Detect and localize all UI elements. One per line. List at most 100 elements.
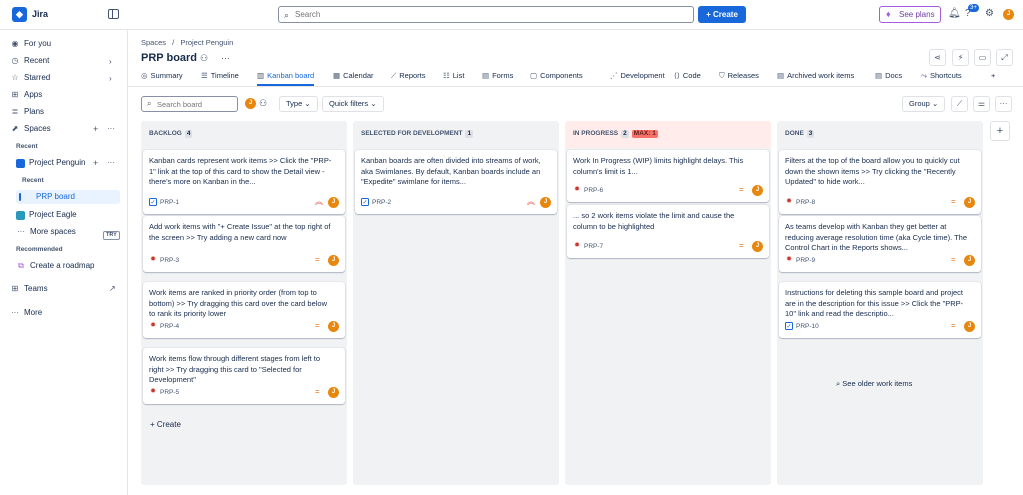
assignee-avatar[interactable]: J — [328, 197, 339, 208]
column-header[interactable]: IN PROGRESS 2 MAX: 1 — [573, 130, 658, 138]
more-icon[interactable]: ··· — [107, 124, 115, 133]
work-item-card[interactable]: As teams develop with Kanban they get be… — [779, 216, 981, 272]
tab-docs[interactable]: ▤ Docs — [875, 70, 902, 82]
external-link-icon[interactable]: ↗ — [109, 284, 116, 293]
board-search[interactable]: ⌕ — [141, 96, 238, 112]
more-icon[interactable]: ··· — [221, 53, 230, 63]
more-icon[interactable]: ··· — [107, 158, 115, 167]
sidebar-item-spaces[interactable]: ⬈ Spaces — [10, 123, 51, 135]
tab-summary[interactable]: ◎ Summary — [141, 70, 183, 82]
unassigned-avatar-icon[interactable]: ⚇ — [259, 98, 267, 109]
work-item-card[interactable]: Kanban cards represent work items >> Cli… — [143, 150, 345, 214]
tab-timeline[interactable]: ☰ Timeline — [201, 70, 239, 82]
assignee-avatar[interactable]: J — [964, 321, 975, 332]
card-key[interactable]: PRP-2 — [372, 198, 391, 207]
assignee-avatar[interactable]: J — [328, 387, 339, 398]
jira-logo-icon[interactable]: ◆ — [12, 7, 27, 22]
sidebar-item-prp-board[interactable]: PRP board — [16, 190, 120, 204]
see-older-work-items[interactable]: ⌕ See older work items — [836, 379, 912, 389]
assignee-avatar[interactable]: J — [328, 321, 339, 332]
work-item-card[interactable]: Work items are ranked in priority order … — [143, 282, 345, 338]
insights-icon[interactable]: ⟋ — [951, 96, 968, 112]
assignee-avatar[interactable]: J — [752, 241, 763, 252]
sidebar-item-teams[interactable]: ⊞ Teams — [10, 283, 48, 295]
more-icon[interactable]: ··· — [995, 96, 1012, 112]
card-key[interactable]: PRP-10 — [796, 322, 819, 331]
sidebar-item-plans[interactable]: ≣ Plans — [10, 106, 44, 118]
sidebar-item-project-eagle[interactable]: Project Eagle — [16, 209, 77, 221]
tab-list[interactable]: ☷ List — [443, 70, 464, 82]
card-key[interactable]: PRP-7 — [584, 242, 603, 251]
global-search[interactable]: ⌕ — [278, 6, 694, 23]
type-filter-button[interactable]: Type ⌄ — [279, 96, 318, 112]
add-tab-icon[interactable]: + — [991, 70, 995, 82]
tab-shortcuts[interactable]: ⤳ Shortcuts — [921, 70, 962, 82]
board-search-input[interactable] — [157, 98, 235, 110]
card-key[interactable]: PRP-3 — [160, 256, 179, 265]
add-space-icon[interactable]: + — [93, 124, 98, 134]
assignee-avatar[interactable]: J — [752, 185, 763, 196]
sidebar-item-for-you[interactable]: ◉ For you — [10, 38, 52, 50]
create-button[interactable]: + Create — [698, 6, 746, 23]
fullscreen-icon[interactable]: ⤢ — [996, 49, 1013, 66]
card-key[interactable]: PRP-6 — [584, 186, 603, 195]
work-item-card[interactable]: Filters at the top of the board allow yo… — [779, 150, 981, 214]
work-item-card[interactable]: Kanban boards are often divided into str… — [355, 150, 557, 214]
tab-releases[interactable]: ⛉ Releases — [719, 70, 759, 82]
sidebar-item-more-spaces[interactable]: ··· More spaces — [16, 226, 76, 238]
share-icon[interactable]: ⋖ — [929, 49, 946, 66]
tab-development[interactable]: ⋰ Development — [610, 70, 665, 82]
create-card-button[interactable]: + Create — [150, 420, 181, 429]
work-item-card[interactable]: ... so 2 work items violate the limit an… — [567, 205, 769, 258]
work-item-card[interactable]: Work In Progress (WIP) limits highlight … — [567, 150, 769, 202]
column-header[interactable]: SELECTED FOR DEVELOPMENT 1 — [361, 130, 474, 138]
chevron-right-icon[interactable]: › — [109, 57, 112, 66]
sidebar-collapse-icon[interactable] — [108, 9, 119, 19]
quick-filters-button[interactable]: Quick filters ⌄ — [322, 96, 384, 112]
column-header[interactable]: BACKLOG 4 — [149, 130, 193, 138]
tab-forms[interactable]: ▤ Forms — [482, 70, 513, 82]
add-icon[interactable]: + — [93, 158, 98, 168]
column-header[interactable]: DONE 3 — [785, 130, 815, 138]
sidebar-item-apps[interactable]: ⊞ Apps — [10, 89, 43, 101]
sidebar-item-recent[interactable]: ◷ Recent — [10, 55, 50, 67]
people-icon[interactable]: ⚇ — [200, 53, 208, 64]
card-key[interactable]: PRP-9 — [796, 256, 815, 265]
chevron-right-icon[interactable]: › — [109, 74, 112, 83]
lightning-icon[interactable]: ⚡︎ — [952, 49, 969, 66]
sidebar-item-project-penguin[interactable]: Project Penguin — [16, 157, 85, 169]
breadcrumb-project[interactable]: Project Penguin — [180, 38, 233, 47]
sidebar-item-create-roadmap[interactable]: ⧉ Create a roadmap — [16, 260, 94, 272]
card-key[interactable]: PRP-4 — [160, 322, 179, 331]
sidebar-item-more[interactable]: ··· More — [10, 307, 42, 319]
view-settings-icon[interactable]: ⚌ — [973, 96, 990, 112]
tab-kanban-board[interactable]: ▥ Kanban board — [257, 70, 315, 86]
app-name[interactable]: Jira — [32, 9, 48, 19]
see-plans-button[interactable]: ♦ See plans — [879, 6, 941, 23]
tab-components[interactable]: ▢ Components — [530, 70, 583, 82]
user-avatar[interactable]: J — [1003, 9, 1014, 20]
assignee-filter-avatar[interactable]: J — [245, 98, 256, 109]
tab-archived-work-items[interactable]: ▤ Archived work items — [777, 70, 854, 82]
tab-reports[interactable]: ⟋ Reports — [391, 70, 426, 82]
work-item-card[interactable]: Work items flow through different stages… — [143, 348, 345, 404]
add-column-button[interactable]: + — [990, 121, 1010, 141]
global-search-input[interactable] — [295, 8, 685, 21]
assignee-avatar[interactable]: J — [540, 197, 551, 208]
group-button[interactable]: Group ⌄ — [902, 96, 946, 112]
bell-icon[interactable]: 🔔︎ — [948, 8, 961, 20]
work-item-card[interactable]: Instructions for deleting this sample bo… — [779, 282, 981, 338]
assignee-avatar[interactable]: J — [328, 255, 339, 266]
tab-calendar[interactable]: ▦ Calendar — [333, 70, 374, 82]
card-key[interactable]: PRP-1 — [160, 198, 179, 207]
feedback-icon[interactable]: ▭ — [974, 49, 991, 66]
card-key[interactable]: PRP-5 — [160, 388, 179, 397]
breadcrumb-spaces[interactable]: Spaces — [141, 38, 166, 47]
card-key[interactable]: PRP-8 — [796, 198, 815, 207]
assignee-avatar[interactable]: J — [964, 197, 975, 208]
sidebar-item-starred[interactable]: ☆ Starred — [10, 72, 50, 84]
assignee-avatar[interactable]: J — [964, 255, 975, 266]
tab-code[interactable]: ⟨⟩ Code — [674, 70, 701, 82]
work-item-card[interactable]: Add work items with "+ Create Issue" at … — [143, 216, 345, 272]
gear-icon[interactable]: ⚙ — [985, 8, 994, 20]
